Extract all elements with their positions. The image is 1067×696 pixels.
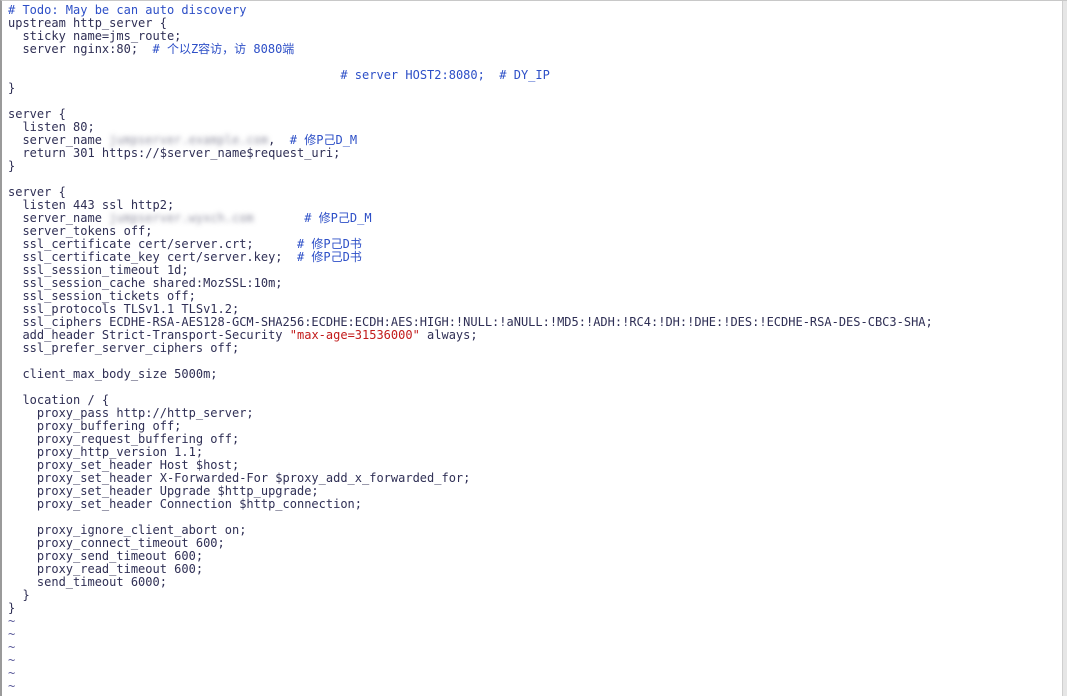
code-text: } <box>8 588 30 602</box>
code-line: server nginx:80; # 个以Z容访，访 8080端 <box>8 43 933 56</box>
text-editor[interactable]: # Todo: May be can auto discovery upstrea… <box>0 0 1067 696</box>
code-text: always; <box>419 328 478 342</box>
code-text: } <box>8 159 16 173</box>
code-text: proxy_read_timeout 600; <box>8 562 204 576</box>
code-line: ~ <box>8 628 933 641</box>
code-text: send_timeout 6000; <box>8 575 167 589</box>
code-text: ssl_prefer_server_ciphers off; <box>8 341 240 355</box>
code-line: } <box>8 602 933 615</box>
code-text: ssl_protocols TLSv1.1 TLSv1.2; <box>8 302 240 316</box>
code-text: ssl_certificate_key cert/server.key; <box>8 250 297 264</box>
code-text: proxy_ignore_client_abort on; <box>8 523 247 537</box>
empty-line-marker: ~ <box>8 679 16 693</box>
code-text: } <box>8 601 16 615</box>
code-text: proxy_http_version 1.1; <box>8 445 204 459</box>
code-text: } <box>8 81 16 95</box>
code-text: proxy_set_header Upgrade $http_upgrade; <box>8 484 319 498</box>
code-text: proxy_buffering off; <box>8 419 182 433</box>
code-area[interactable]: # Todo: May be can auto discovery upstrea… <box>8 4 933 693</box>
code-text: proxy_send_timeout 600; <box>8 549 204 563</box>
code-line: ~ <box>8 641 933 654</box>
code-line: ~ <box>8 654 933 667</box>
code-text: proxy_set_header Host $host; <box>8 458 240 472</box>
code-line: proxy_set_header Connection $http_connec… <box>8 498 933 511</box>
code-text: server nginx:80; <box>8 42 153 56</box>
code-line: client_max_body_size 5000m; <box>8 368 933 381</box>
code-string: "max-age=31536000" <box>289 328 420 342</box>
code-text: ssl_session_tickets off; <box>8 289 196 303</box>
empty-line-marker: ~ <box>8 653 16 667</box>
code-line: return 301 https://$server_name$request_… <box>8 147 933 160</box>
vertical-scrollbar[interactable] <box>1062 1 1067 696</box>
code-text: proxy_pass http://http_server; <box>8 406 254 420</box>
code-line: ~ <box>8 667 933 680</box>
code-line: ssl_prefer_server_ciphers off; <box>8 342 933 355</box>
code-text: ssl_session_cache shared:MozSSL:10m; <box>8 276 283 290</box>
code-text: ssl_ciphers ECDHE-RSA-AES128-GCM-SHA256:… <box>8 315 933 329</box>
empty-line-marker: ~ <box>8 640 16 654</box>
code-line: } <box>8 82 933 95</box>
code-line: ~ <box>8 615 933 628</box>
code-comment: # 修P己D书 <box>296 237 362 251</box>
code-comment: # 修P己D书 <box>296 250 362 264</box>
code-text: location / { <box>8 393 110 407</box>
code-text: , <box>268 133 290 147</box>
code-line: # server HOST2:8080; # DY_IP <box>8 69 933 82</box>
code-text: listen 443 ssl http2; <box>8 198 175 212</box>
code-comment: # 修P己D_M <box>289 133 358 147</box>
code-text: upstream http_server { <box>8 16 167 30</box>
code-text: server_name <box>8 133 110 147</box>
empty-line-marker: ~ <box>8 666 16 680</box>
code-comment: # 修P己D_M <box>304 211 372 225</box>
code-text: server { <box>8 107 66 121</box>
code-text: add_header Strict-Transport-Security <box>8 328 290 342</box>
code-comment: # Todo: May be can auto discovery <box>8 3 247 17</box>
code-line: send_timeout 6000; <box>8 576 933 589</box>
code-text: client_max_body_size 5000m; <box>8 367 218 381</box>
code-text: proxy_set_header Connection $http_connec… <box>8 497 363 511</box>
empty-line-marker: ~ <box>8 614 16 628</box>
code-text: sticky name=jms_route; <box>8 29 182 43</box>
code-text: server_name <box>8 211 110 225</box>
code-text: listen 80; <box>8 120 95 134</box>
code-text: server { <box>8 185 66 199</box>
code-text: proxy_request_buffering off; <box>8 432 240 446</box>
code-line: server { <box>8 108 933 121</box>
code-text: return 301 https://$server_name$request_… <box>8 146 341 160</box>
code-comment: # 个以Z容访，访 8080端 <box>152 42 295 56</box>
code-text: server_tokens off; <box>8 224 153 238</box>
code-text: ssl_session_timeout 1d; <box>8 263 189 277</box>
empty-line-marker: ~ <box>8 627 16 641</box>
code-text: proxy_set_header X-Forwarded-For $proxy_… <box>8 471 471 485</box>
code-line: ~ <box>8 680 933 693</box>
code-text: proxy_connect_timeout 600; <box>8 536 225 550</box>
code-line: } <box>8 589 933 602</box>
code-comment: # server HOST2:8080; # DY_IP <box>340 68 550 82</box>
code-text: ssl_certificate cert/server.crt; <box>8 237 297 251</box>
code-line: } <box>8 160 933 173</box>
